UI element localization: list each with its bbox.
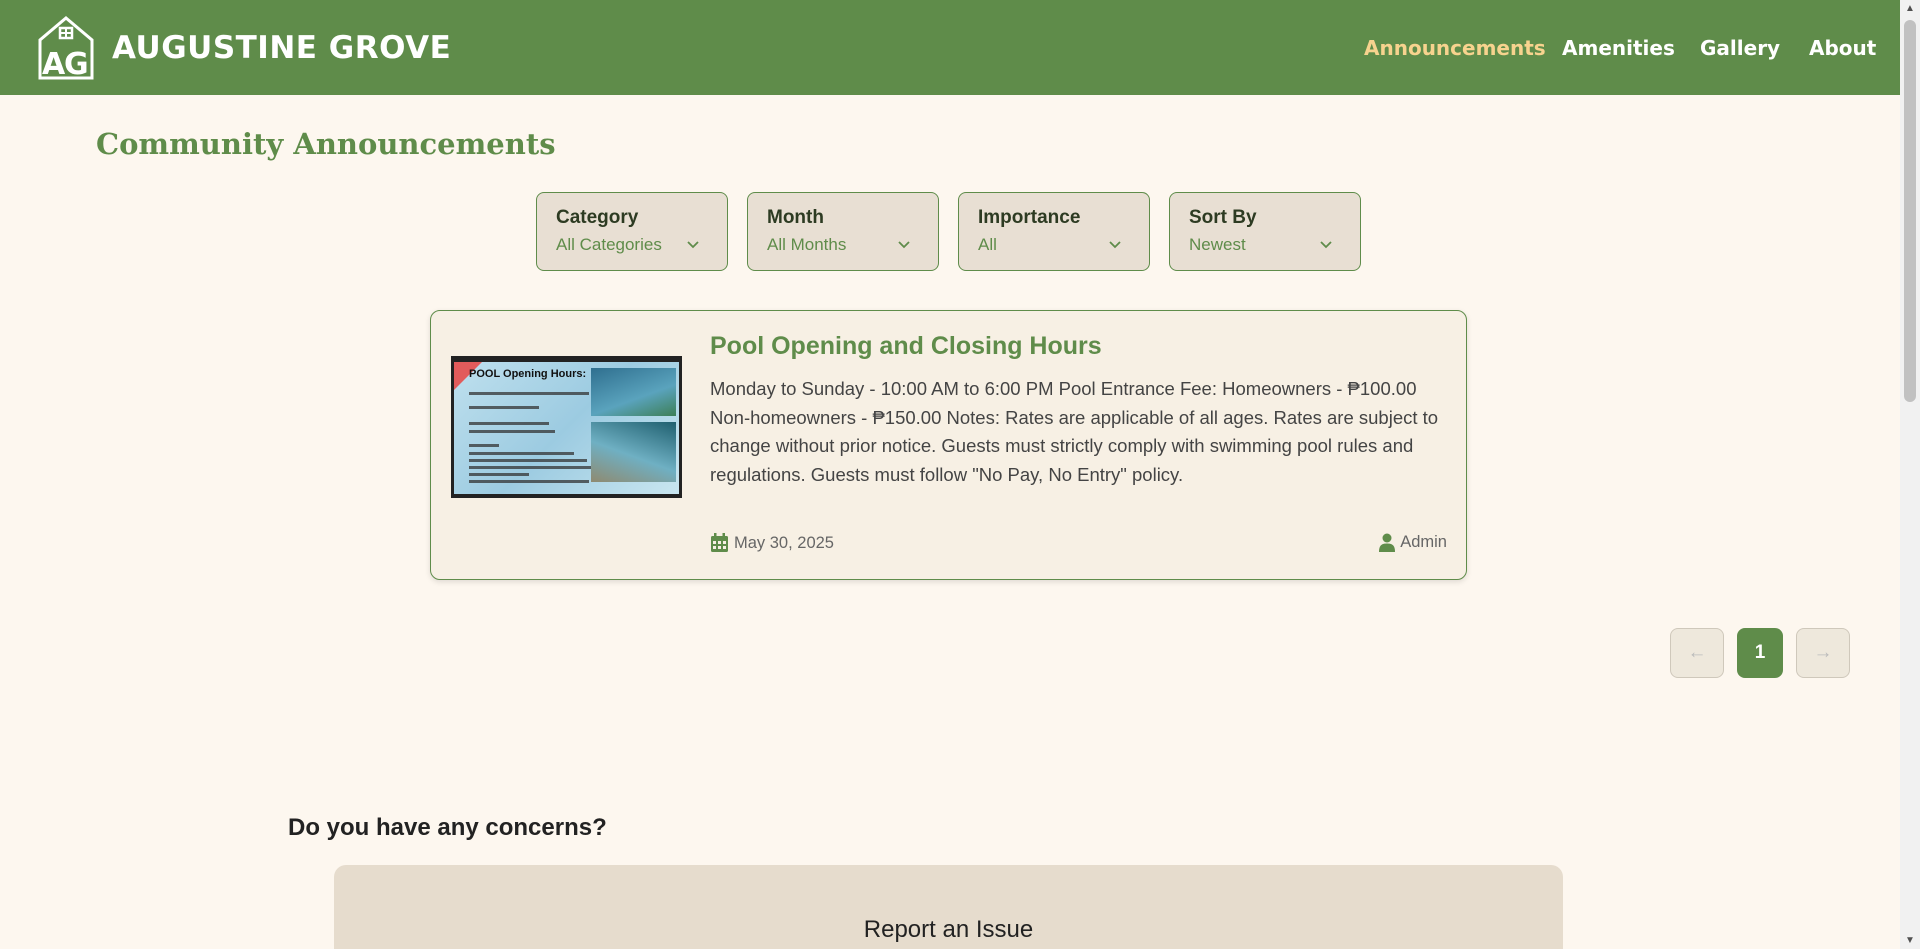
nav-gallery[interactable]: Gallery [1700, 36, 1780, 60]
announcement-body: Monday to Sunday - 10:00 AM to 6:00 PM P… [710, 378, 1439, 485]
poster-text-line [469, 422, 549, 425]
site-header: A G AUGUSTINE GROVE Announcements Amenit… [0, 0, 1900, 95]
poster-text-line [469, 406, 539, 409]
announcement-author: Admin [1379, 533, 1447, 552]
poster-text-line [469, 430, 555, 433]
poster-text-line [469, 459, 587, 462]
chevron-down-icon [1109, 241, 1121, 249]
filter-month-value: All Months [767, 235, 847, 254]
poster-photo-bottom [591, 422, 676, 482]
announcement-author-text: Admin [1400, 533, 1447, 551]
house-ag-logo-icon[interactable]: A G [38, 16, 94, 80]
filter-importance[interactable]: Importance All [958, 192, 1150, 271]
pagination-page-1[interactable]: 1 [1737, 628, 1783, 678]
report-issue-panel: Report an Issue [334, 865, 1563, 949]
chevron-down-icon [1320, 241, 1332, 249]
poster-text-line [469, 392, 589, 395]
poster-heading: POOL Opening Hours: [469, 368, 587, 380]
svg-text:A: A [42, 47, 66, 80]
nav-announcements[interactable]: Announcements [1364, 36, 1546, 60]
nav-amenities[interactable]: Amenities [1562, 36, 1675, 60]
chevron-down-icon [898, 241, 910, 249]
calendar-icon [711, 533, 728, 552]
filter-month-label: Month [767, 207, 824, 228]
announcement-title[interactable]: Pool Opening and Closing Hours [710, 332, 1102, 361]
user-icon [1379, 533, 1396, 552]
announcement-image[interactable]: POOL Opening Hours: [451, 356, 682, 498]
chevron-down-icon [687, 241, 699, 249]
filter-category[interactable]: Category All Categories [536, 192, 728, 271]
poster-photo-top [591, 368, 676, 416]
filter-importance-value: All [978, 235, 997, 254]
pagination-prev-button[interactable]: ← [1670, 628, 1724, 678]
poster-text-line [469, 452, 574, 455]
scroll-thumb[interactable] [1904, 20, 1916, 402]
filter-sort-value: Newest [1189, 235, 1246, 254]
filter-importance-label: Importance [978, 207, 1081, 228]
brand-name[interactable]: AUGUSTINE GROVE [112, 30, 451, 66]
svg-text:G: G [64, 47, 89, 80]
scroll-up-arrow-icon[interactable]: ▲ [1900, 0, 1920, 17]
poster-text-line [469, 480, 589, 483]
poster-text-line [469, 444, 499, 447]
page-title: Community Announcements [96, 127, 556, 161]
report-issue-title: Report an Issue [863, 916, 1034, 943]
filter-sort-by[interactable]: Sort By Newest [1169, 192, 1361, 271]
filter-month[interactable]: Month All Months [747, 192, 939, 271]
announcement-date-text: May 30, 2025 [734, 533, 834, 552]
announcement-date: May 30, 2025 [710, 533, 834, 553]
announcement-card[interactable]: POOL Opening Hours: Pool Opening and Clo… [430, 310, 1467, 580]
filter-category-label: Category [556, 207, 639, 228]
page-scrollbar[interactable]: ▲ ▼ [1900, 0, 1920, 949]
poster-text-line [469, 473, 529, 476]
filter-category-value: All Categories [556, 235, 662, 254]
filter-sort-label: Sort By [1189, 207, 1257, 228]
nav-about[interactable]: About [1809, 36, 1876, 60]
scroll-down-arrow-icon[interactable]: ▼ [1900, 932, 1920, 949]
poster-text-line [469, 466, 591, 469]
concerns-heading: Do you have any concerns? [288, 814, 607, 841]
pagination-next-button[interactable]: → [1796, 628, 1850, 678]
